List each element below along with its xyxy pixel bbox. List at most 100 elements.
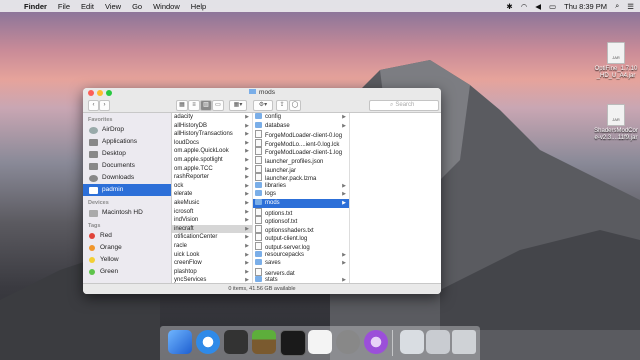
list-item[interactable]: creenFlow ▶: [172, 259, 252, 268]
bluetooth-icon[interactable]: ✱: [506, 2, 512, 11]
minecraft-dock-icon[interactable]: [252, 330, 276, 354]
volume-icon[interactable]: ◀: [535, 2, 541, 11]
notification-center-icon[interactable]: ☰: [627, 2, 634, 11]
list-item[interactable]: inecraft ▶: [172, 224, 252, 234]
folder-item[interactable]: database ▶: [253, 121, 349, 131]
desktop-file-shadersmodcore[interactable]: JAR ShadersModCor e-v2.3....11f9.jar: [592, 104, 640, 142]
list-item[interactable]: elerate ▶: [172, 190, 252, 199]
downloads-stack-dock-icon[interactable]: [400, 330, 424, 354]
back-button[interactable]: ‹: [88, 100, 99, 111]
menu-window[interactable]: Window: [153, 2, 180, 11]
file-item[interactable]: launcher_profiles.json: [253, 155, 349, 165]
folder-item[interactable]: resourcepacks ▶: [253, 250, 349, 260]
list-item[interactable]: rashReporter ▶: [172, 173, 252, 182]
file-item[interactable]: output-server.log: [253, 241, 349, 251]
sidebar-tag-yellow[interactable]: Yellow: [83, 254, 171, 266]
wifi-icon[interactable]: ◠: [521, 2, 528, 11]
list-item[interactable]: icrosoft ▶: [172, 208, 252, 217]
file-item[interactable]: optionsshaders.txt: [253, 224, 349, 234]
file-item[interactable]: output-client.log: [253, 233, 349, 242]
battery-icon[interactable]: ▭: [549, 2, 556, 11]
search-field[interactable]: ⌕ Search: [369, 100, 439, 111]
file-item[interactable]: launcher.pack.lzma: [253, 173, 349, 182]
list-item[interactable]: om.apple.spotlight ▶: [172, 156, 252, 165]
sidebar-tag-red[interactable]: Red: [83, 230, 171, 242]
sidebar-item-documents[interactable]: Documents: [83, 160, 171, 172]
list-item[interactable]: uick Look ▶: [172, 251, 252, 260]
arrange-button[interactable]: ▦▾: [229, 100, 247, 111]
list-item[interactable]: indVision ▶: [172, 216, 252, 225]
chevron-right-icon: ▶: [245, 139, 249, 146]
list-item[interactable]: otificationCenter ▶: [172, 233, 252, 242]
file-item[interactable]: ForgeModLoader-client-0.log: [253, 130, 349, 139]
chevron-right-icon: ▶: [342, 260, 346, 267]
list-item[interactable]: loudDocs ▶: [172, 139, 252, 148]
file-item[interactable]: optionsof.txt: [253, 216, 349, 225]
terminal-dock-icon[interactable]: [280, 330, 306, 356]
list-item[interactable]: ock ▶: [172, 182, 252, 191]
chevron-right-icon: ▶: [342, 122, 346, 129]
list-item[interactable]: adacity ▶: [172, 113, 252, 122]
sidebar-item-desktop[interactable]: Desktop: [83, 148, 171, 160]
sidebar-tag-green[interactable]: Green: [83, 266, 171, 278]
safari-dock-icon[interactable]: [196, 330, 220, 354]
icon-view-button[interactable]: ▦: [176, 100, 188, 111]
tags-button[interactable]: ◯: [289, 100, 301, 111]
sidebar-tag-orange[interactable]: Orange: [83, 242, 171, 254]
file-item[interactable]: ForgeModLo....ient-0.log.lck: [253, 138, 349, 148]
folder-icon: [255, 259, 262, 266]
chevron-right-icon: ▶: [245, 122, 249, 129]
action-gear-button[interactable]: ⚙▾: [253, 100, 273, 111]
document-stack-dock-icon[interactable]: [426, 330, 450, 354]
share-button[interactable]: ⇪: [276, 100, 288, 111]
orange-tag-icon: [89, 245, 95, 251]
file-item[interactable]: ForgeModLoader-client-1.log: [253, 147, 349, 156]
menu-view[interactable]: View: [105, 2, 121, 11]
downloads-icon: [89, 174, 98, 182]
folder-item[interactable]: logs ▶: [253, 190, 349, 199]
search-icon: ⌕: [390, 102, 394, 108]
folder-item[interactable]: libraries ▶: [253, 181, 349, 191]
list-item[interactable]: om.apple.QuickLook ▶: [172, 147, 252, 156]
imovie-dock-icon[interactable]: [224, 330, 248, 354]
finder-dock-icon[interactable]: [168, 330, 192, 354]
list-item[interactable]: allHistoryDB ▶: [172, 122, 252, 131]
coverflow-view-button[interactable]: ▭: [212, 100, 224, 111]
list-item[interactable]: akeMusic ▶: [172, 199, 252, 208]
list-item[interactable]: racle ▶: [172, 242, 252, 251]
file-item[interactable]: servers.dat: [253, 267, 349, 277]
itunes-dock-icon[interactable]: [364, 330, 388, 354]
menu-app-finder[interactable]: Finder: [24, 2, 47, 11]
column-mods-empty[interactable]: [350, 113, 441, 284]
list-item[interactable]: allHistoryTransactions ▶: [172, 130, 252, 139]
chevron-right-icon: ▶: [245, 114, 249, 120]
chevron-right-icon: ▶: [245, 217, 249, 224]
sidebar-item-airdrop[interactable]: AirDrop: [83, 124, 171, 136]
list-item[interactable]: plashtop ▶: [172, 268, 252, 277]
title-bar[interactable]: mods: [83, 88, 441, 98]
folder-item[interactable]: mods ▶: [253, 198, 349, 208]
sidebar-item-downloads[interactable]: Downloads: [83, 172, 171, 184]
menu-go[interactable]: Go: [132, 2, 142, 11]
file-item[interactable]: launcher.jar: [253, 164, 349, 174]
menu-edit[interactable]: Edit: [81, 2, 94, 11]
list-item[interactable]: om.apple.TCC ▶: [172, 165, 252, 174]
sidebar-item-padmin[interactable]: padmin: [83, 184, 171, 196]
menu-file[interactable]: File: [58, 2, 70, 11]
clock[interactable]: Thu 8:39 PM: [564, 2, 607, 11]
document-icon: [255, 241, 262, 250]
list-view-button[interactable]: ≡: [188, 100, 200, 111]
system-preferences-dock-icon[interactable]: [336, 330, 360, 354]
sidebar-item-macintosh-hd[interactable]: Macintosh HD: [83, 207, 171, 219]
menu-help[interactable]: Help: [191, 2, 206, 11]
file-item[interactable]: options.txt: [253, 207, 349, 217]
sidebar-item-applications[interactable]: Applications: [83, 136, 171, 148]
column-view-button[interactable]: ▥: [200, 100, 212, 111]
spotlight-icon[interactable]: ⌕: [615, 1, 619, 11]
trash-dock-icon[interactable]: [452, 330, 476, 354]
folder-item[interactable]: saves ▶: [253, 259, 349, 268]
forward-button[interactable]: ›: [99, 100, 110, 111]
folder-item[interactable]: config ▶: [253, 113, 349, 122]
textedit-dock-icon[interactable]: [308, 330, 332, 354]
desktop-file-optifine[interactable]: JAR OptiFine_1.7.10 _HD_U_A4.jar: [592, 42, 640, 80]
